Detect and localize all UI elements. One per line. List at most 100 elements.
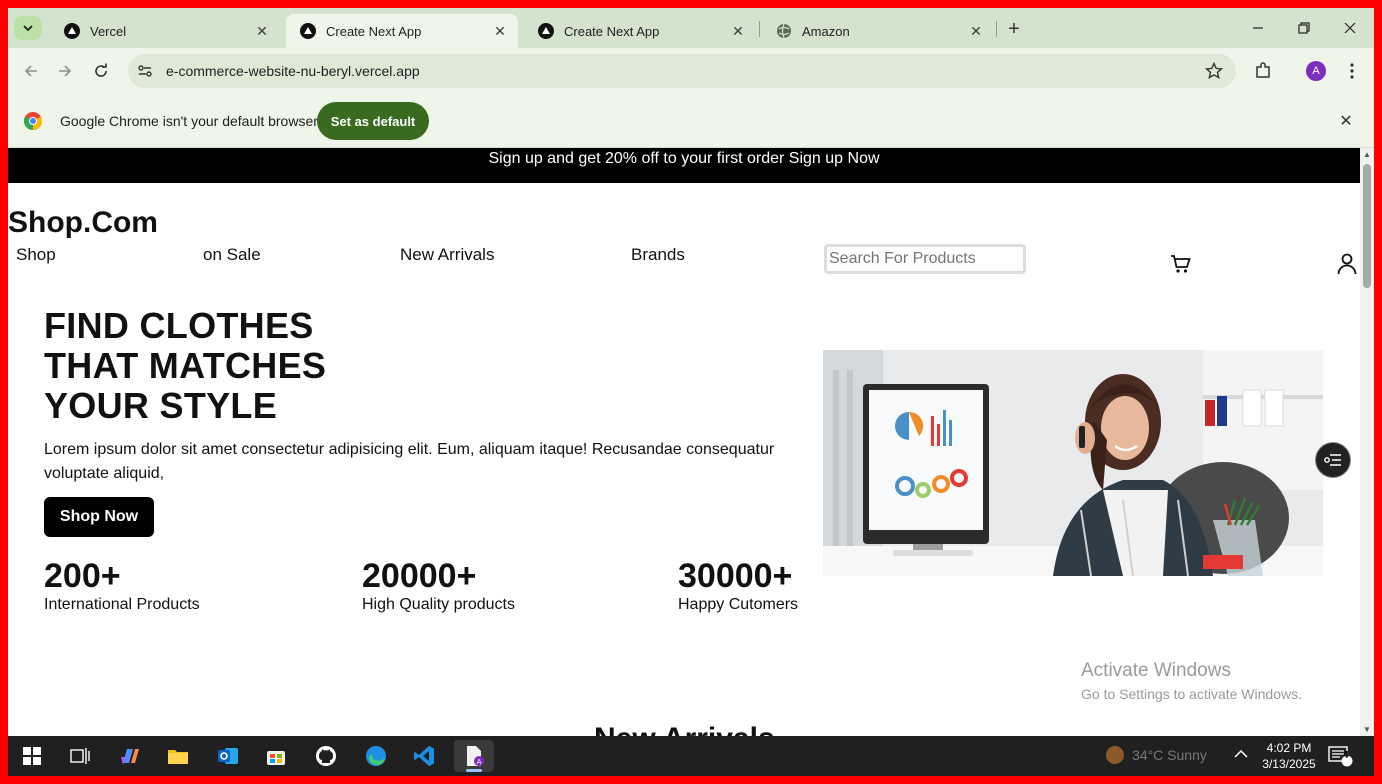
address-bar[interactable]: e-commerce-website-nu-beryl.vercel.app (128, 54, 1236, 88)
notification-center-button[interactable]: 4 (1326, 744, 1356, 768)
sun-icon (1106, 746, 1124, 764)
start-button[interactable] (12, 740, 52, 772)
menu-button[interactable] (1339, 58, 1365, 84)
avatar: A (1306, 61, 1326, 81)
filter-button[interactable] (1315, 442, 1351, 478)
tab-separator (759, 21, 760, 37)
close-icon[interactable]: ✕ (966, 21, 986, 41)
close-icon[interactable]: ✕ (252, 21, 272, 41)
svg-text:A: A (477, 758, 482, 766)
github-icon (316, 746, 336, 766)
arrow-right-icon (59, 65, 72, 77)
stat-value: 200+ (44, 557, 121, 595)
active-app-button[interactable]: A (454, 740, 494, 772)
profile-button[interactable]: A (1303, 58, 1329, 84)
outlook-button[interactable] (208, 740, 248, 772)
new-tab-button[interactable]: + (1002, 17, 1026, 41)
nav-link-on-sale[interactable]: on Sale (203, 245, 261, 265)
tab-label: Vercel (90, 23, 127, 39)
hero-description: Lorem ipsum dolor sit amet consectetur a… (44, 441, 775, 482)
site-logo[interactable]: Shop.Com (8, 206, 158, 240)
tab-create-next-app-active[interactable]: Create Next App ✕ (286, 14, 518, 48)
file-explorer-button[interactable] (158, 740, 198, 772)
browser-toolbar: e-commerce-website-nu-beryl.vercel.app A (8, 48, 1374, 94)
puzzle-icon (1256, 62, 1270, 78)
url-text[interactable]: e-commerce-website-nu-beryl.vercel.app (166, 63, 420, 79)
weather-widget[interactable]: 34°C Sunny (1106, 746, 1207, 764)
stat-label: Happy Cutomers (678, 596, 799, 613)
tab-amazon[interactable]: Amazon ✕ (762, 14, 994, 48)
chevron-down-icon (23, 25, 33, 32)
stat-quality-products: 20000+ High Quality products (362, 556, 515, 614)
plus-icon: + (1008, 17, 1020, 40)
copilot-icon (121, 749, 139, 765)
nav-link-new-arrivals[interactable]: New Arrivals (400, 245, 494, 265)
folder-icon (168, 750, 188, 764)
chevron-up-icon (1234, 749, 1248, 758)
hero-title-line: FIND CLOTHES (44, 305, 314, 346)
edge-icon (366, 746, 386, 766)
copilot-button[interactable] (110, 740, 150, 772)
chrome-logo-icon (23, 112, 43, 130)
vercel-icon (538, 23, 554, 39)
tab-label: Create Next App (564, 23, 660, 39)
windows-logo-icon (23, 747, 41, 765)
search-input[interactable] (824, 244, 1026, 274)
task-view-button[interactable] (60, 740, 100, 772)
infobar-message: Google Chrome isn't your default browser (60, 113, 318, 129)
set-as-default-button[interactable]: Set as default (317, 102, 429, 140)
nav-link-brands[interactable]: Brands (631, 245, 685, 265)
scroll-down-icon[interactable]: ▼ (1363, 725, 1371, 734)
store-icon (267, 751, 285, 765)
section-heading-new-arrivals: New Arrivals (594, 722, 775, 736)
scroll-up-icon[interactable]: ▲ (1363, 150, 1371, 159)
screen-frame: Vercel ✕ Create Next App ✕ Create Next A… (8, 8, 1374, 776)
close-icon[interactable]: ✕ (490, 21, 510, 41)
show-hidden-icons-button[interactable] (1234, 746, 1248, 762)
close-icon[interactable]: ✕ (728, 21, 748, 41)
stat-value: 20000+ (362, 557, 477, 595)
kebab-menu-icon (1350, 63, 1354, 79)
edge-button[interactable] (356, 740, 396, 772)
nav-link-shop[interactable]: Shop (16, 245, 56, 265)
restore-button[interactable] (1282, 14, 1326, 42)
bookmark-star-icon[interactable] (1204, 61, 1224, 81)
close-icon[interactable]: ✕ (1336, 111, 1356, 131)
filter-icon (1324, 454, 1341, 466)
tab-strip: Vercel ✕ Create Next App ✕ Create Next A… (8, 8, 1374, 48)
watermark-title: Activate Windows (1081, 660, 1231, 681)
tab-create-next-app[interactable]: Create Next App ✕ (524, 14, 756, 48)
system-clock[interactable]: 4:02 PM 3/13/2025 (1254, 740, 1324, 772)
vscode-button[interactable] (404, 740, 444, 772)
promo-banner[interactable]: Sign up and get 20% off to your first or… (8, 148, 1360, 183)
default-browser-infobar: Google Chrome isn't your default browser… (8, 94, 1374, 148)
close-window-button[interactable] (1328, 14, 1372, 42)
minimize-button[interactable] (1236, 14, 1280, 42)
vscode-icon (414, 746, 434, 766)
page-scrollbar[interactable]: ▲ ▼ (1360, 148, 1374, 736)
back-button[interactable] (18, 58, 44, 84)
shop-now-button[interactable]: Shop Now (44, 497, 154, 537)
reload-icon (95, 63, 107, 77)
weather-text: 34°C Sunny (1132, 747, 1207, 763)
stat-value: 30000+ (678, 557, 793, 595)
forward-button[interactable] (52, 58, 78, 84)
tab-label: Amazon (802, 23, 850, 39)
tab-search-button[interactable] (14, 16, 42, 40)
extensions-button[interactable] (1250, 58, 1276, 84)
reload-button[interactable] (88, 58, 114, 84)
clock-date: 3/13/2025 (1262, 757, 1316, 771)
store-button[interactable] (256, 740, 296, 772)
cart-icon[interactable] (1169, 252, 1193, 276)
site-settings-icon[interactable] (128, 63, 162, 79)
github-desktop-button[interactable] (306, 740, 346, 772)
tab-vercel[interactable]: Vercel ✕ (50, 14, 280, 48)
page-viewport: Sign up and get 20% off to your first or… (8, 148, 1374, 736)
windows-taskbar: A 34°C Sunny 4:02 PM 3/13/2025 4 (8, 736, 1374, 776)
stat-international-products: 200+ International Products (44, 556, 200, 614)
hero-title-line: YOUR STYLE (44, 385, 278, 426)
scrollbar-thumb[interactable] (1363, 164, 1371, 288)
watermark-subtitle: Go to Settings to activate Windows. (1081, 686, 1302, 702)
outlook-icon (218, 748, 238, 764)
user-account-icon[interactable] (1335, 252, 1359, 276)
